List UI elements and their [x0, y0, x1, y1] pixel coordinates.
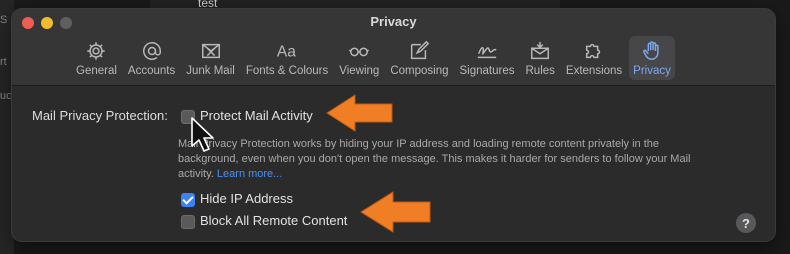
- preferences-toolbar: General Accounts Junk Mail Aa Fonts & Co…: [72, 36, 675, 82]
- privacy-pane: Mail Privacy Protection: Protect Mail Ac…: [12, 86, 775, 241]
- tab-accounts[interactable]: Accounts: [124, 36, 179, 80]
- tab-label: Privacy: [633, 65, 671, 77]
- tab-viewing[interactable]: Viewing: [335, 36, 383, 80]
- tab-label: Extensions: [565, 65, 623, 77]
- tab-privacy[interactable]: Privacy: [629, 36, 675, 80]
- tab-label: Viewing: [339, 65, 380, 77]
- gear-icon: [84, 40, 108, 62]
- tab-label: Fonts & Colours: [245, 65, 329, 77]
- tab-junk-mail[interactable]: Junk Mail: [182, 36, 239, 80]
- tab-label: Composing: [390, 65, 449, 77]
- block-all-remote-content-checkbox[interactable]: [181, 215, 195, 229]
- protect-mail-activity-checkbox[interactable]: [181, 110, 195, 124]
- window-title: Privacy: [370, 14, 417, 29]
- tab-label: Junk Mail: [186, 65, 235, 77]
- junk-tray-icon: [199, 40, 223, 62]
- mail-privacy-protection-label: Mail Privacy Protection:: [32, 108, 168, 123]
- at-icon: [140, 40, 164, 62]
- hide-ip-address-label[interactable]: Hide IP Address: [200, 191, 293, 206]
- window-titlebar: Privacy General Accounts Junk Mail Aa Fo…: [12, 9, 775, 86]
- mail-privacy-description: Mail Privacy Protection works by hiding …: [178, 137, 708, 182]
- privacy-preferences-window: Privacy General Accounts Junk Mail Aa Fo…: [12, 9, 775, 241]
- protect-mail-activity-label[interactable]: Protect Mail Activity: [200, 108, 313, 123]
- tab-extensions[interactable]: Extensions: [562, 36, 626, 80]
- learn-more-link[interactable]: Learn more...: [217, 168, 282, 180]
- puzzle-icon: [582, 40, 606, 62]
- glasses-icon: [347, 40, 371, 62]
- tab-label: Accounts: [127, 65, 176, 77]
- tab-fonts-colours[interactable]: Aa Fonts & Colours: [242, 36, 332, 80]
- block-all-remote-content-label[interactable]: Block All Remote Content: [200, 213, 347, 228]
- tab-general[interactable]: General: [72, 36, 121, 80]
- background-text-fragment: rt: [0, 56, 7, 68]
- help-button[interactable]: ?: [736, 213, 756, 233]
- tab-rules[interactable]: Rules: [522, 36, 559, 80]
- compose-icon: [407, 40, 431, 62]
- tab-label: Signatures: [459, 65, 515, 77]
- svg-text:Aa: Aa: [277, 44, 296, 61]
- background-text-fragment: S: [0, 14, 8, 26]
- tab-signatures[interactable]: Signatures: [456, 36, 519, 80]
- hand-icon: [640, 40, 664, 62]
- rules-envelope-icon: [528, 40, 552, 62]
- signature-icon: [475, 40, 499, 62]
- tab-label: Rules: [525, 65, 555, 77]
- background-text-fragment: uc: [0, 90, 12, 102]
- tab-composing[interactable]: Composing: [386, 36, 452, 80]
- tab-label: General: [76, 65, 117, 77]
- font-aa-icon: Aa: [275, 40, 299, 62]
- hide-ip-address-checkbox[interactable]: [181, 193, 195, 207]
